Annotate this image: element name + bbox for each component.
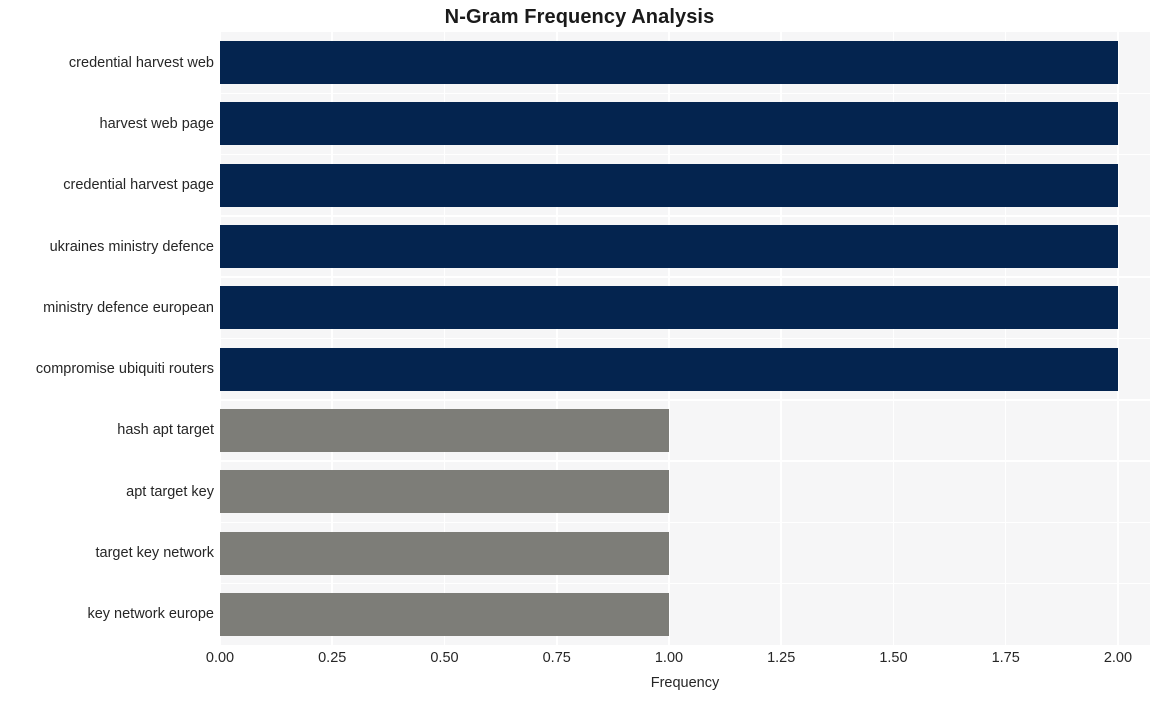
y-axis-tick-label: ukraines ministry defence [49, 238, 214, 255]
bar[interactable] [220, 347, 1118, 391]
bar[interactable] [220, 163, 1118, 207]
bar[interactable] [220, 592, 669, 636]
bar[interactable] [220, 102, 1118, 146]
plot-area [219, 32, 1150, 645]
x-axis-tick-label: 0.75 [542, 650, 571, 666]
y-axis-tick-label: key network europe [87, 606, 214, 623]
y-axis-tick-label: credential harvest web [68, 54, 214, 71]
y-axis-tick-label: credential harvest page [63, 177, 214, 194]
bars-layer [220, 32, 1150, 645]
x-axis-tick-label: 0.25 [318, 650, 347, 666]
bar[interactable] [220, 41, 1118, 85]
x-axis-tick-label: 1.25 [767, 650, 796, 666]
y-axis-tick-labels: credential harvest web harvest web page cr… [0, 32, 214, 645]
y-axis-tick-label: hash apt target [117, 422, 214, 439]
y-axis-tick-label: apt target key [126, 483, 214, 500]
x-axis-tick-label: 1.75 [991, 650, 1020, 666]
bar[interactable] [220, 286, 1118, 330]
y-axis-tick-label: target key network [95, 545, 214, 562]
x-axis-tick-label: 1.50 [879, 650, 908, 666]
chart-figure: N-Gram Frequency Analysis credential har… [0, 0, 1159, 701]
x-axis-tick-labels: 0.00 0.25 0.50 0.75 1.00 1.25 1.50 1.75 2.00 [206, 650, 1150, 671]
y-axis-tick-label: compromise ubiquiti routers [35, 361, 214, 378]
chart-title: N-Gram Frequency Analysis [444, 6, 715, 28]
y-axis-tick-label: harvest web page [99, 115, 214, 132]
bar[interactable] [220, 470, 669, 514]
x-axis-tick-label: 1.00 [654, 650, 684, 666]
x-axis-title: Frequency [650, 675, 720, 691]
x-axis-tick-label: 2.00 [1103, 650, 1133, 666]
bar[interactable] [220, 531, 669, 575]
bar[interactable] [220, 408, 669, 452]
bar[interactable] [220, 225, 1118, 268]
x-axis-tick-label: 0.50 [430, 650, 459, 666]
y-axis-tick-label: ministry defence european [43, 299, 214, 316]
x-axis-tick-label: 0.00 [205, 650, 235, 666]
